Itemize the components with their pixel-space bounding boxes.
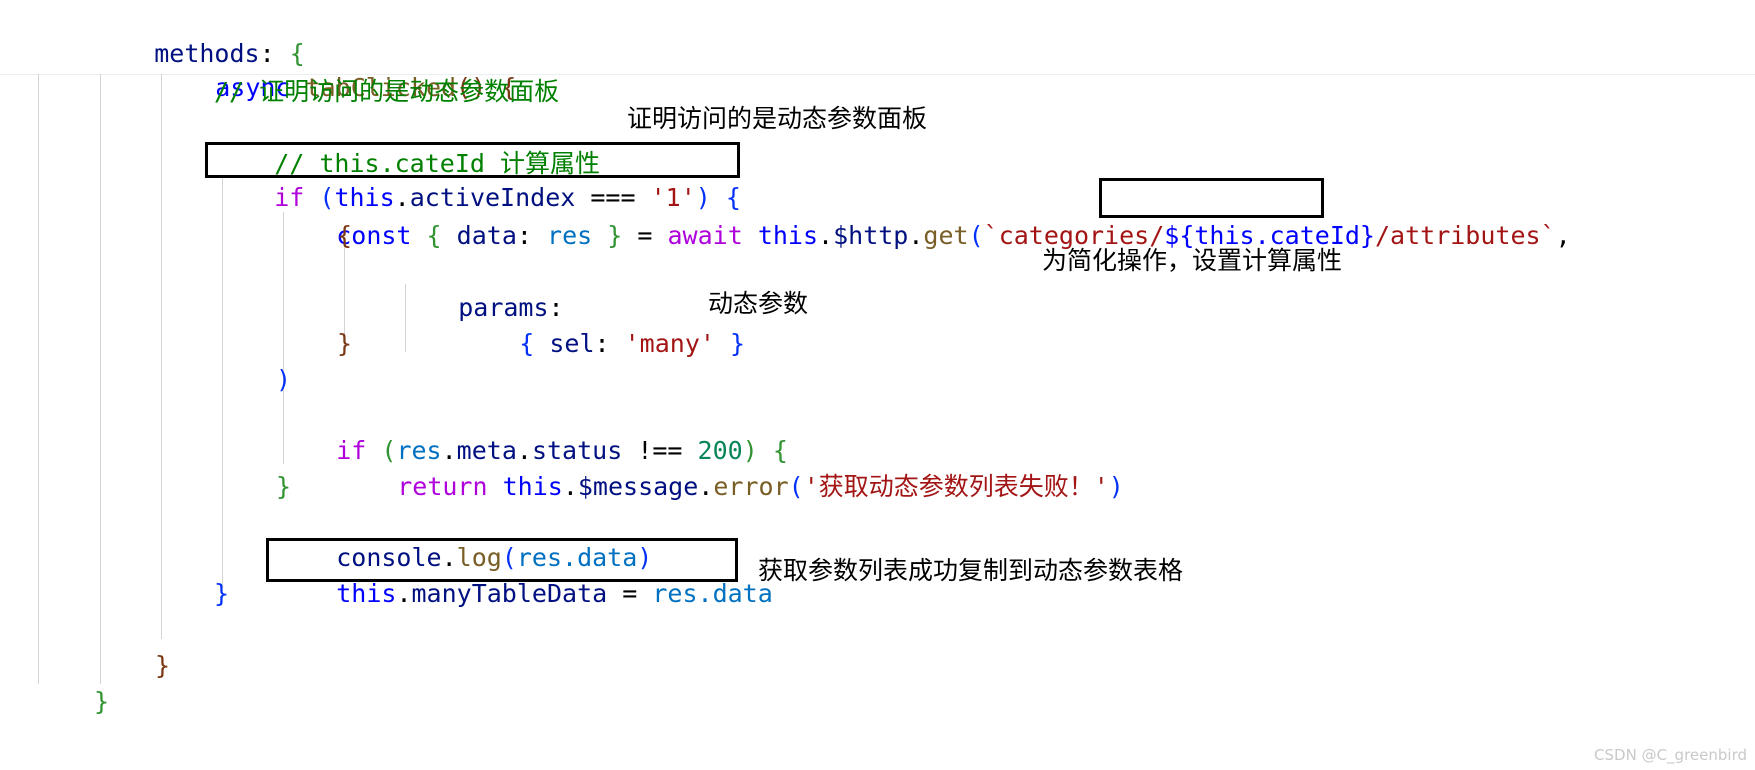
token-str-many: 'many' [624,329,715,358]
token-this-3: this [502,472,563,501]
code-editor-canvas: methods: { async tabClicked() { // 证明访问的… [0,0,1755,770]
token-assign-2: = [622,579,638,608]
token-tpl-suffix: /attributes` [1374,221,1556,250]
token-comma-1: , [1555,221,1571,250]
token-error: error [713,472,789,501]
code-line-3-comment: // 证明访问的是动态参数面板 [214,77,560,106]
code-line-7: { [337,221,353,250]
token-message: $message [577,472,699,501]
token-brace-open-4: { [426,221,442,250]
code-line-18: } [155,651,171,680]
token-brace-close-2: } [730,329,746,358]
token-res-data-2: res.data [652,579,773,608]
indent-guide-1 [38,74,39,684]
code-line-9: { sel: 'many' } [459,290,745,398]
code-line-17: } [214,579,230,608]
csdn-watermark: CSDN @C_greenbird [1594,746,1747,764]
token-brace-open-5: { [519,329,535,358]
token-http: $http [833,221,909,250]
code-line-16: this.manyTableData = res.data [336,579,773,608]
indent-guide-2 [100,74,101,684]
token-get: get [923,221,969,250]
token-this-4: this [336,579,397,608]
code-line-19: } [94,687,110,716]
token-str-error: '获取动态参数列表失败！' [803,472,1109,501]
token-res-1: res [547,221,593,250]
token-assign-1: = [637,221,653,250]
token-manytabledata: manyTableData [411,579,608,608]
token-return: return [397,472,488,501]
indent-guide-3 [161,74,162,639]
token-colon-4: : [594,329,610,358]
code-line-10: } [337,329,353,358]
token-colon-2: : [516,221,532,250]
token-sel: sel [549,329,595,358]
code-line-11: ) [276,365,292,394]
token-await: await [667,221,743,250]
token-data: data [456,221,517,250]
annotation-note-3: 动态参数 [708,289,809,318]
annotation-note-4: 获取参数列表成功复制到动态参数表格 [758,556,1184,585]
code-line-14: } [276,472,292,501]
annotation-note-1: 证明访问的是动态参数面板 [627,104,928,133]
token-brace-close-1: } [607,221,623,250]
token-this-2: this [757,221,819,250]
annotation-note-2: 为简化操作，设置计算属性 [1042,246,1343,275]
